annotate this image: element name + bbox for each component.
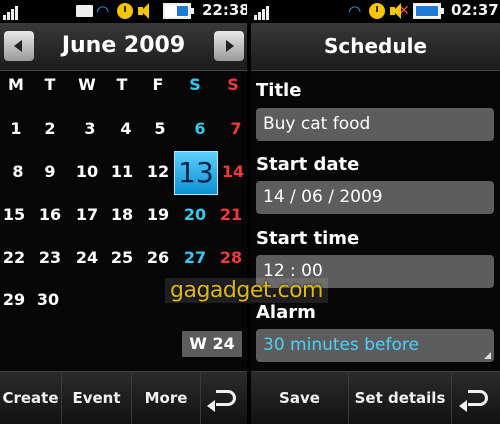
back-arrow-icon [207, 390, 236, 412]
weekday-header: W [78, 75, 96, 94]
calendar-day[interactable]: 2 [35, 119, 65, 139]
title-label: Title [256, 80, 302, 101]
calendar-day[interactable]: 9 [35, 162, 65, 182]
calendar-day[interactable]: 4 [111, 119, 141, 139]
status-time: 02:37 [451, 1, 499, 19]
title-bar: Schedule [251, 23, 500, 71]
message-icon [76, 5, 93, 17]
softkey-bar: Create Event list More [0, 371, 247, 424]
calendar-day[interactable]: 8 [3, 162, 33, 182]
alarm-clock-icon [117, 3, 133, 19]
alarm-clock-icon [369, 3, 385, 19]
back-button[interactable] [201, 372, 247, 424]
weekday-header: T [44, 75, 56, 94]
calendar-screen: ◠ 22:38 June 2009 M T W T F S S 1 2 3 4 … [0, 0, 247, 424]
calendar-day[interactable]: 14 [218, 162, 247, 182]
start-date-field[interactable]: 14 / 06 / 2009 [256, 181, 494, 214]
month-header: June 2009 [0, 23, 247, 71]
calendar-day[interactable]: 25 [107, 248, 137, 268]
calendar-day[interactable]: 26 [143, 248, 173, 268]
speaker-icon [138, 3, 150, 19]
watermark: gagadget.com [165, 278, 328, 303]
calendar-day[interactable]: 22 [0, 248, 29, 268]
wifi-icon: ◠ [97, 2, 109, 20]
more-button[interactable]: More [132, 372, 201, 424]
back-arrow-icon [459, 390, 488, 412]
start-time-label: Start time [256, 228, 360, 249]
calendar-day[interactable]: 1 [1, 119, 31, 139]
calendar-day[interactable]: 20 [180, 205, 210, 225]
battery-icon [413, 3, 444, 19]
calendar-day[interactable]: 3 [75, 119, 105, 139]
next-month-button[interactable] [214, 31, 244, 61]
arrow-left-icon [14, 40, 22, 52]
weekday-header-sunday: S [227, 75, 239, 94]
weekday-header: T [116, 75, 128, 94]
calendar-day[interactable]: 30 [33, 290, 63, 310]
week-number-badge: W 24 [182, 331, 242, 357]
speaker-muted-icon: ✕ [390, 3, 410, 19]
weekday-header-saturday: S [189, 75, 201, 94]
wifi-icon: ◠ [349, 2, 361, 20]
save-button[interactable]: Save [251, 372, 349, 424]
create-button[interactable]: Create [0, 372, 62, 424]
calendar-day[interactable]: 19 [143, 205, 173, 225]
calendar-day[interactable]: 7 [221, 119, 247, 139]
calendar-day[interactable]: 6 [185, 119, 215, 139]
weekday-header: M [8, 75, 24, 94]
calendar-day[interactable]: 18 [107, 205, 137, 225]
calendar-day[interactable]: 11 [107, 162, 137, 182]
title-field[interactable]: Buy cat food [256, 108, 494, 141]
calendar-day[interactable]: 23 [35, 248, 65, 268]
calendar-day[interactable]: 12 [143, 162, 173, 182]
calendar-day[interactable]: 10 [72, 162, 102, 182]
calendar-day-today[interactable]: 13 [174, 151, 218, 195]
schedule-screen: ◠ ✕ 02:37 Schedule Title Buy cat food St… [251, 0, 500, 424]
calendar-day[interactable]: 15 [0, 205, 29, 225]
status-bar: ◠ ✕ 02:37 [251, 0, 500, 23]
softkey-bar: Save Set details [251, 371, 500, 424]
previous-month-button[interactable] [4, 31, 34, 61]
event-list-button[interactable]: Event list [62, 372, 132, 424]
alarm-select[interactable]: 30 minutes before [256, 329, 494, 362]
calendar-day[interactable]: 27 [180, 248, 210, 268]
calendar-day[interactable]: 29 [0, 290, 29, 310]
weekday-header: F [152, 75, 164, 94]
calendar-day[interactable]: 16 [35, 205, 65, 225]
dropdown-corner-icon [484, 352, 491, 359]
alarm-label: Alarm [256, 302, 316, 323]
page-title: Schedule [323, 34, 428, 58]
alarm-value: 30 minutes before [263, 335, 419, 355]
signal-icon [3, 4, 25, 20]
calendar-day[interactable]: 28 [216, 248, 246, 268]
calendar-day[interactable]: 17 [72, 205, 102, 225]
calendar-day[interactable]: 24 [72, 248, 102, 268]
signal-icon [254, 4, 276, 20]
calendar-day[interactable]: 21 [216, 205, 246, 225]
back-button[interactable] [452, 372, 500, 424]
start-date-label: Start date [256, 154, 360, 175]
status-bar: ◠ 22:38 [0, 0, 247, 23]
status-time: 22:38 [202, 1, 247, 19]
month-title: June 2009 [61, 33, 186, 58]
set-details-button[interactable]: Set details [349, 372, 452, 424]
arrow-right-icon [226, 40, 234, 52]
calendar-day[interactable]: 5 [145, 119, 175, 139]
battery-icon [163, 3, 194, 19]
